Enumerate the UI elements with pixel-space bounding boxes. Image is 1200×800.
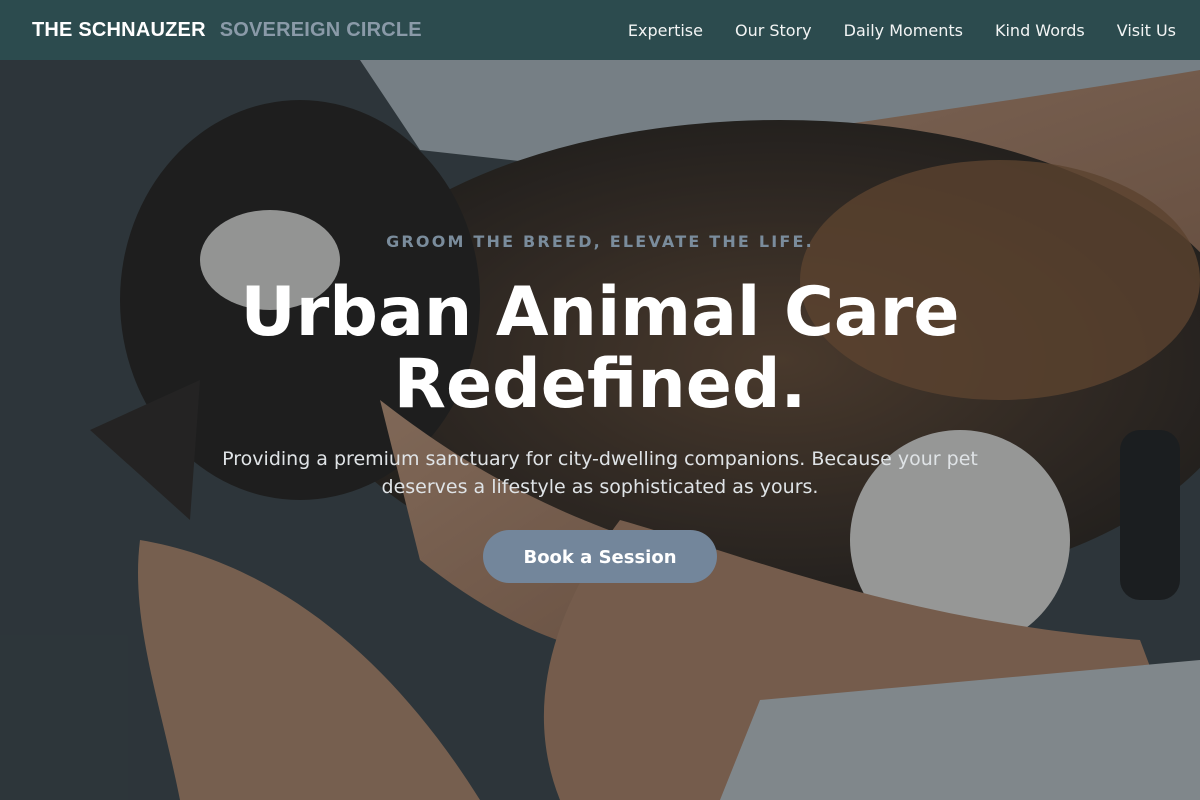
nav-link-daily-moments[interactable]: Daily Moments <box>844 21 963 40</box>
nav-link-visit-us[interactable]: Visit Us <box>1117 21 1176 40</box>
brand-primary-text: THE SCHNAUZER <box>32 18 206 41</box>
top-navigation-bar: THE SCHNAUZER SOVEREIGN CIRCLE Expertise… <box>0 0 1200 60</box>
book-session-button[interactable]: Book a Session <box>483 530 717 583</box>
brand-secondary-text: SOVEREIGN CIRCLE <box>219 18 422 41</box>
hero-lede: Providing a premium sanctuary for city-d… <box>222 448 978 498</box>
nav-link-our-story[interactable]: Our Story <box>735 21 812 40</box>
hero-headline: Urban Animal Care Redefined. <box>240 273 960 424</box>
brand-logo[interactable]: THE SCHNAUZER SOVEREIGN CIRCLE <box>32 19 422 42</box>
nav-links: Expertise Our Story Daily Moments Kind W… <box>628 21 1176 40</box>
nav-link-kind-words[interactable]: Kind Words <box>995 21 1085 40</box>
hero-tagline: GROOM THE BREED, ELEVATE THE LIFE. <box>386 232 814 251</box>
hero-content: GROOM THE BREED, ELEVATE THE LIFE. Urban… <box>0 232 1200 583</box>
nav-link-expertise[interactable]: Expertise <box>628 21 703 40</box>
